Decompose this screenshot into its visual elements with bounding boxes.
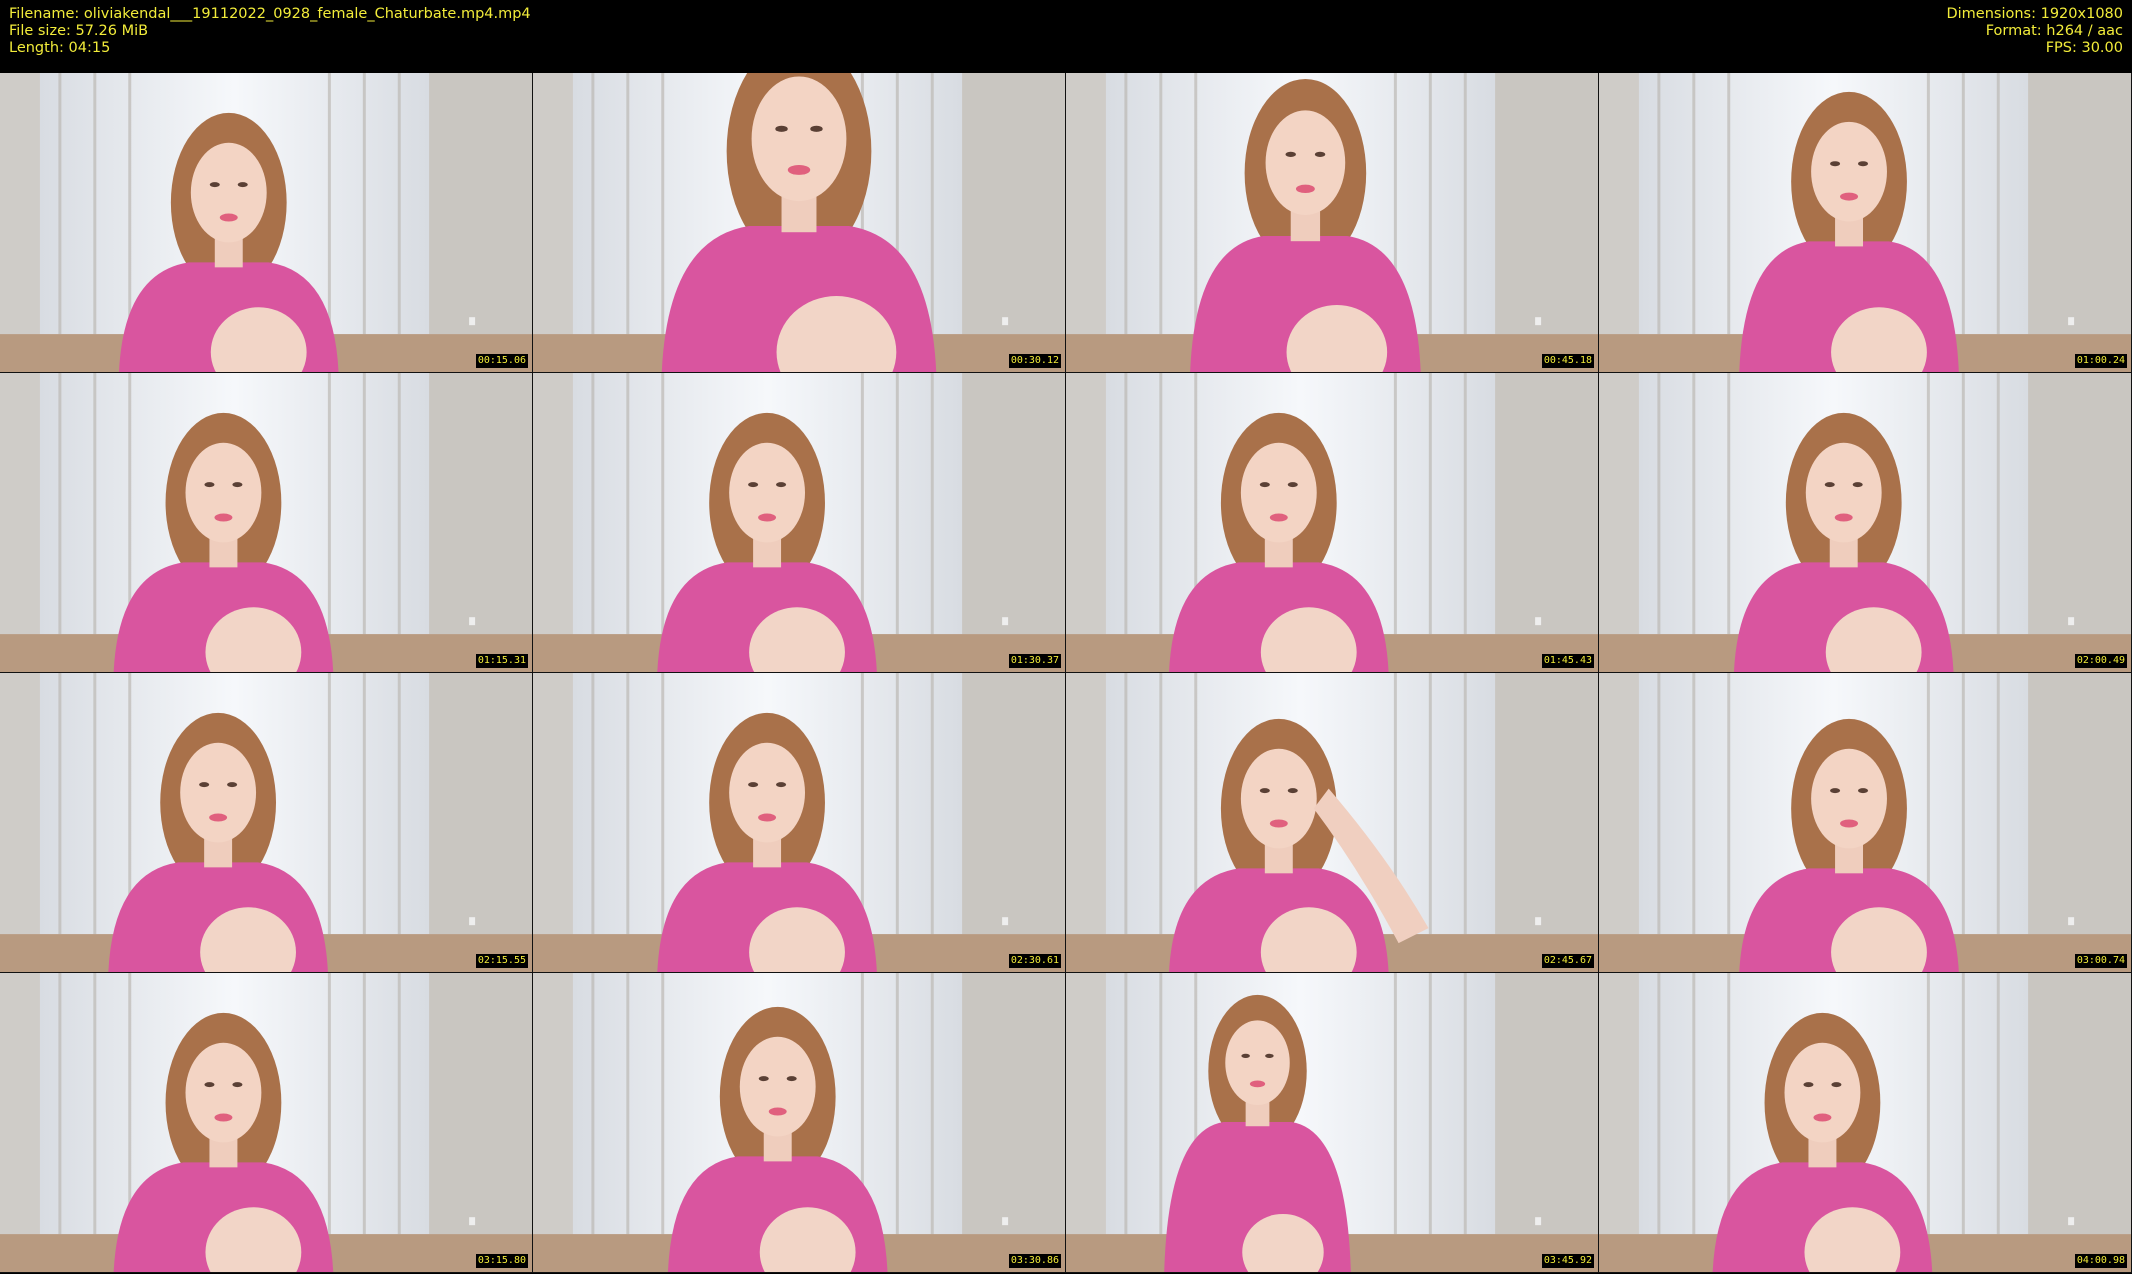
timestamp-label: 01:45.43 bbox=[1541, 654, 1594, 668]
timestamp-label: 01:15.31 bbox=[475, 654, 528, 668]
format-text: Format: h264 / aac bbox=[1985, 23, 2123, 39]
video-thumbnail: 01:30.37 bbox=[533, 373, 1066, 673]
frame-image bbox=[533, 373, 1065, 672]
frame-image bbox=[0, 673, 532, 972]
video-thumbnail: 01:45.43 bbox=[1066, 373, 1599, 673]
filesize-text: File size: 57.26 MiB bbox=[9, 23, 149, 39]
video-thumbnail: 00:15.06 bbox=[0, 73, 533, 373]
frame-image bbox=[533, 973, 1065, 1272]
frame-image bbox=[1066, 673, 1598, 972]
timestamp-label: 02:15.55 bbox=[475, 954, 528, 968]
frame-image bbox=[533, 73, 1065, 372]
frame-image bbox=[1066, 973, 1598, 1272]
timestamp-label: 02:30.61 bbox=[1008, 954, 1061, 968]
frame-image bbox=[1599, 373, 2131, 672]
video-thumbnail: 02:30.61 bbox=[533, 673, 1066, 973]
frame-image bbox=[0, 973, 532, 1272]
timestamp-label: 00:45.18 bbox=[1541, 354, 1594, 368]
frame-image bbox=[1066, 73, 1598, 372]
timestamp-label: 00:15.06 bbox=[475, 354, 528, 368]
video-thumbnail: 03:45.92 bbox=[1066, 973, 1599, 1273]
video-thumbnail: 01:00.24 bbox=[1599, 73, 2132, 373]
timestamp-label: 03:00.74 bbox=[2074, 954, 2127, 968]
thumbnail-grid: 00:15.06 00:30.12 00:45.18 01:00.24 01:1… bbox=[0, 73, 2132, 1274]
frame-image bbox=[0, 73, 532, 372]
timestamp-label: 01:30.37 bbox=[1008, 654, 1061, 668]
video-thumbnail: 01:15.31 bbox=[0, 373, 533, 673]
timestamp-label: 01:00.24 bbox=[2074, 354, 2127, 368]
video-thumbnail: 04:00.98 bbox=[1599, 973, 2132, 1273]
video-thumbnail: 03:15.80 bbox=[0, 973, 533, 1273]
frame-image bbox=[1599, 73, 2131, 372]
video-thumbnail: 02:15.55 bbox=[0, 673, 533, 973]
fps-text: FPS: 30.00 bbox=[2045, 40, 2123, 56]
timestamp-label: 03:45.92 bbox=[1541, 1254, 1594, 1268]
video-thumbnail: 03:00.74 bbox=[1599, 673, 2132, 973]
timestamp-label: 04:00.98 bbox=[2074, 1254, 2127, 1268]
video-info: Dimensions: 1920x1080 Format: h264 / aac… bbox=[1946, 6, 2123, 57]
frame-image bbox=[1066, 373, 1598, 672]
video-thumbnail: 00:45.18 bbox=[1066, 73, 1599, 373]
filename-text: Filename: oliviakendal___19112022_0928_f… bbox=[9, 6, 531, 22]
timestamp-label: 03:30.86 bbox=[1008, 1254, 1061, 1268]
timestamp-label: 02:00.49 bbox=[2074, 654, 2127, 668]
video-thumbnail: 03:30.86 bbox=[533, 973, 1066, 1273]
timestamp-label: 03:15.80 bbox=[475, 1254, 528, 1268]
frame-image bbox=[1599, 973, 2131, 1272]
dimensions-text: Dimensions: 1920x1080 bbox=[1946, 6, 2123, 22]
frame-image bbox=[0, 373, 532, 672]
timestamp-label: 00:30.12 bbox=[1008, 354, 1061, 368]
video-thumbnail: 02:45.67 bbox=[1066, 673, 1599, 973]
video-thumbnail: 00:30.12 bbox=[533, 73, 1066, 373]
frame-image bbox=[533, 673, 1065, 972]
contact-sheet: Filename: oliviakendal___19112022_0928_f… bbox=[0, 0, 2132, 1274]
timestamp-label: 02:45.67 bbox=[1541, 954, 1594, 968]
file-info: Filename: oliviakendal___19112022_0928_f… bbox=[9, 6, 531, 57]
video-thumbnail: 02:00.49 bbox=[1599, 373, 2132, 673]
frame-image bbox=[1599, 673, 2131, 972]
length-text: Length: 04:15 bbox=[9, 40, 111, 56]
